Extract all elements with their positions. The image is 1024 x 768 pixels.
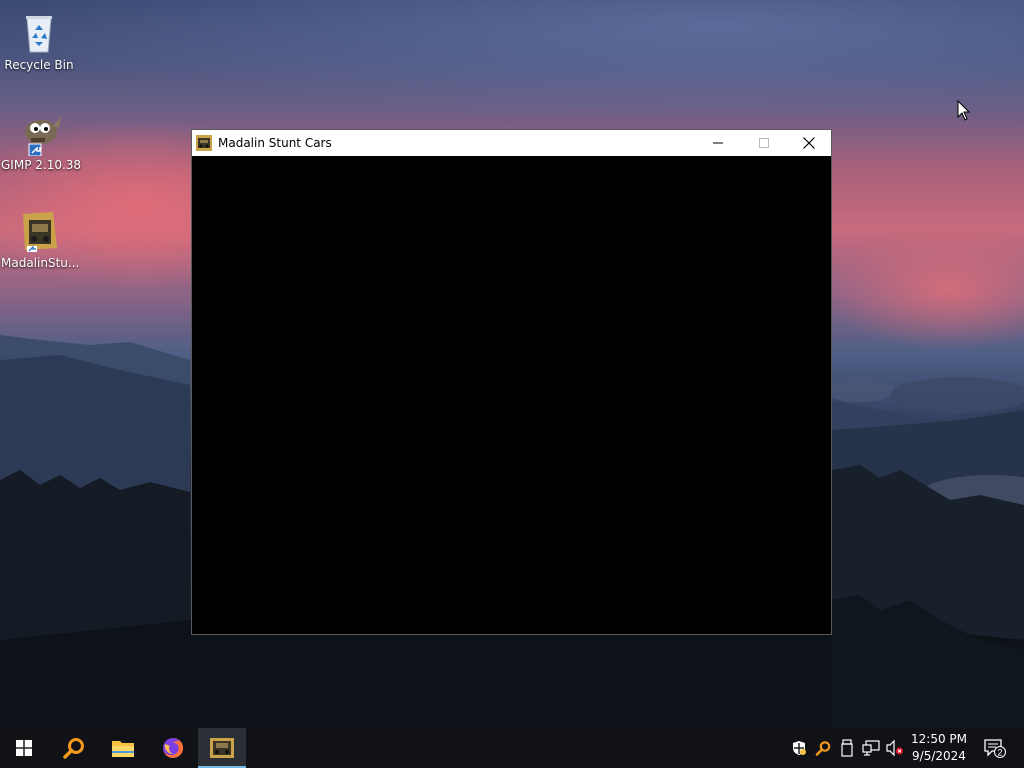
notification-icon: 2 [984,739,1006,758]
car-game-icon [210,738,234,758]
security-shield-icon [793,741,806,755]
tray-network[interactable] [860,728,882,768]
taskbar-file-explorer[interactable] [99,728,147,768]
desktop-icon-label: MadalinStu... [1,256,80,270]
mouse-cursor-icon [957,100,971,121]
firefox-icon [163,737,184,758]
game-shortcut-icon [15,206,63,254]
minimize-icon [713,142,723,144]
tray-security[interactable] [788,728,810,768]
search-tray-icon [815,741,831,756]
taskbar-madalin-stunt-cars[interactable] [198,728,246,768]
desktop: Recycle Bin GIMP 2.10.38 MadalinStu... M… [0,0,1024,768]
desktop-icon-recycle-bin[interactable]: Recycle Bin [1,8,77,72]
taskbar-clock[interactable]: 12:50 PM 9/5/2024 [906,731,972,765]
usb-device-icon [841,739,853,757]
window-title: Madalin Stunt Cars [218,136,332,150]
network-icon [862,740,880,756]
maximize-button[interactable] [741,130,787,156]
start-button[interactable] [0,728,48,768]
close-button[interactable] [786,130,832,156]
window-titlebar[interactable]: Madalin Stunt Cars [192,130,831,156]
clock-date: 9/5/2024 [912,749,966,763]
close-icon [803,137,815,149]
volume-muted-icon [886,740,903,756]
recycle-bin-icon [15,8,63,56]
tray-usb[interactable] [836,728,858,768]
tray-search[interactable] [812,728,834,768]
desktop-icon-madalin-stunt-cars[interactable]: MadalinStu... [1,206,80,270]
notification-center-button[interactable]: 2 [980,728,1010,768]
desktop-icon-label: Recycle Bin [4,58,74,72]
clock-time: 12:50 PM [911,732,967,746]
tray-volume[interactable] [884,728,906,768]
taskbar: 12:50 PM 9/5/2024 2 [0,728,1024,768]
file-explorer-icon [112,741,134,757]
windows-logo-icon [16,740,32,756]
app-window[interactable]: Madalin Stunt Cars [191,129,832,635]
maximize-icon [759,138,769,148]
minimize-button[interactable] [695,130,741,156]
search-icon [63,738,84,759]
desktop-icon-label: GIMP 2.10.38 [1,158,82,172]
gimp-icon [15,108,63,157]
car-game-icon [196,135,212,151]
search-button[interactable] [50,728,98,768]
notification-count: 2 [997,748,1002,758]
game-canvas[interactable] [192,156,831,634]
taskbar-firefox[interactable] [149,728,197,768]
desktop-icon-gimp[interactable]: GIMP 2.10.38 [1,108,82,172]
